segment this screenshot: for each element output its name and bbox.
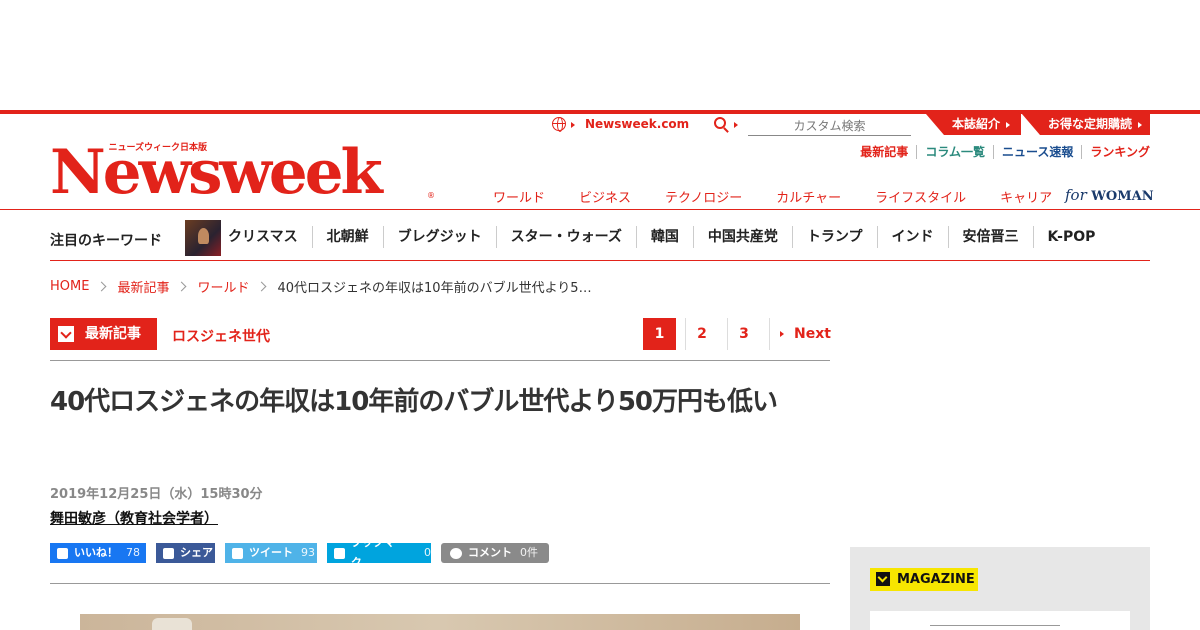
search-input[interactable]	[748, 116, 911, 136]
nav-career[interactable]: キャリア	[983, 187, 1069, 206]
keyword-christmas[interactable]: クリスマス	[228, 226, 312, 248]
arrow-right-icon	[734, 122, 738, 128]
keyword-star-wars[interactable]: スター・ウォーズ	[495, 226, 636, 248]
for-woman-link[interactable]: for WOMAN	[1065, 186, 1154, 204]
article-title: 40代ロスジェネの年収は10年前のバブル世代より50万円も低い	[50, 387, 778, 417]
keyword-trump[interactable]: トランプ	[791, 226, 877, 248]
comment-label: コメント	[468, 546, 512, 559]
globe-icon	[552, 117, 566, 132]
latest-articles-badge-label: 最新記事	[85, 326, 141, 342]
magazine-sidebar: MAGAZINE	[850, 547, 1150, 630]
subscribe-label: お得な定期購読	[1048, 117, 1133, 131]
breadcrumb-current: 40代ロスジェネの年収は10年前のバブル世代より5…	[277, 281, 592, 296]
page-1[interactable]: 1	[643, 318, 676, 350]
breadcrumb-latest[interactable]: 最新記事	[117, 277, 169, 296]
for-woman-for: for	[1065, 186, 1087, 204]
hatena-count: 0	[424, 546, 431, 559]
pagination: 1 2 3 Next	[643, 318, 831, 350]
arrow-right-icon	[1138, 121, 1143, 128]
about-magazine-label: 本誌紹介	[952, 117, 1001, 131]
news-flash-link[interactable]: ニュース速報	[992, 145, 1081, 159]
hatena-label: ブックマーク	[350, 536, 406, 569]
arrow-right-icon	[780, 331, 784, 337]
facebook-share-button[interactable]: シェア	[156, 543, 215, 563]
logo-text: Newsweek	[50, 137, 383, 208]
nav-technology[interactable]: テクノロジー	[648, 187, 759, 206]
comment-bubble-icon	[450, 547, 462, 559]
article-date: 2019年12月25日（水）15時30分	[50, 487, 263, 502]
tweet-label: ツイート	[249, 546, 293, 559]
keyword-divider	[50, 260, 1150, 261]
breadcrumb-world[interactable]: ワールド	[197, 277, 249, 296]
chevron-down-icon	[876, 572, 890, 586]
hatena-icon	[334, 547, 345, 559]
latest-articles-badge[interactable]: 最新記事	[50, 318, 157, 350]
hatena-bookmark-button[interactable]: ブックマーク 0	[327, 536, 431, 569]
thumbs-up-icon	[57, 547, 68, 559]
chevron-right-icon	[97, 281, 107, 292]
top-red-bar	[0, 110, 1200, 114]
latest-articles-link[interactable]: 最新記事	[852, 145, 916, 159]
tweet-count: 93	[301, 546, 315, 559]
nav-lifestyle[interactable]: ライフスタイル	[858, 187, 983, 206]
keyword-india[interactable]: インド	[876, 226, 948, 248]
like-label: いいね！	[74, 546, 118, 559]
magazine-cover[interactable]	[870, 611, 1130, 630]
for-woman-woman: WOMAN	[1091, 189, 1154, 204]
arrow-right-icon	[1006, 121, 1011, 128]
comment-button[interactable]: コメント 0件	[441, 543, 549, 563]
keyword-abe[interactable]: 安倍晋三	[947, 226, 1033, 248]
like-count: 78	[126, 546, 140, 559]
subscribe-tab[interactable]: お得な定期購読	[1022, 114, 1150, 135]
next-label: Next	[794, 326, 831, 342]
chevron-down-icon	[58, 326, 74, 342]
newsweek-logo[interactable]: ニューズウィーク日本版 Newsweek ®	[50, 137, 435, 208]
article-main-image	[80, 614, 800, 630]
next-page-link[interactable]: Next	[769, 318, 831, 350]
tweet-button[interactable]: ツイート 93	[225, 543, 317, 563]
section-divider	[50, 360, 830, 361]
article-author[interactable]: 舞田敏彦（教育社会学者）	[50, 508, 218, 528]
column-list-link[interactable]: コラム一覧	[916, 145, 993, 159]
keywords-label: 注目のキーワード	[50, 233, 162, 249]
header-divider	[0, 209, 1200, 210]
chevron-right-icon	[257, 281, 267, 292]
logo-registered-mark: ®	[427, 191, 435, 200]
keyword-korea[interactable]: 韓国	[635, 226, 693, 248]
category-nav: ワールド ビジネス テクノロジー カルチャー ライフスタイル キャリア	[476, 187, 1069, 206]
twitter-bird-icon	[232, 547, 243, 559]
breadcrumb-home[interactable]: HOME	[50, 279, 89, 294]
ranking-link[interactable]: ランキング	[1081, 145, 1150, 159]
nav-culture[interactable]: カルチャー	[759, 187, 858, 206]
magazine-label: MAGAZINE	[897, 572, 975, 587]
share-label: シェア	[180, 546, 213, 559]
ad-space	[0, 0, 1200, 110]
chevron-right-icon	[177, 281, 187, 292]
keyword-north-korea[interactable]: 北朝鮮	[311, 226, 383, 248]
article-divider	[50, 583, 830, 584]
newsweek-com-link[interactable]: Newsweek.com	[585, 117, 689, 131]
facebook-icon	[163, 547, 174, 559]
keyword-list: クリスマス 北朝鮮 ブレグジット スター・ウォーズ 韓国 中国共産党 トランプ …	[228, 226, 1109, 248]
sub-links: 最新記事 コラム一覧 ニュース速報 ランキング	[852, 145, 1150, 159]
facebook-like-button[interactable]: いいね！ 78	[50, 543, 146, 563]
nav-business[interactable]: ビジネス	[562, 187, 648, 206]
keyword-ccp[interactable]: 中国共産党	[692, 226, 792, 248]
magazine-badge[interactable]: MAGAZINE	[870, 568, 978, 591]
keyword-thumbnail[interactable]	[185, 220, 221, 256]
topic-link[interactable]: ロスジェネ世代	[172, 326, 270, 346]
nav-world[interactable]: ワールド	[476, 187, 562, 206]
comment-count: 0件	[520, 546, 538, 559]
breadcrumb: HOME 最新記事 ワールド 40代ロスジェネの年収は10年前のバブル世代より5…	[50, 277, 592, 296]
keyword-kpop[interactable]: K-POP	[1032, 226, 1110, 248]
arrow-right-icon	[571, 122, 575, 128]
about-magazine-tab[interactable]: 本誌紹介	[926, 114, 1021, 135]
page-2[interactable]: 2	[685, 318, 718, 350]
search-icon[interactable]	[714, 117, 726, 129]
keyword-brexit[interactable]: ブレグジット	[382, 226, 496, 248]
page-3[interactable]: 3	[727, 318, 760, 350]
